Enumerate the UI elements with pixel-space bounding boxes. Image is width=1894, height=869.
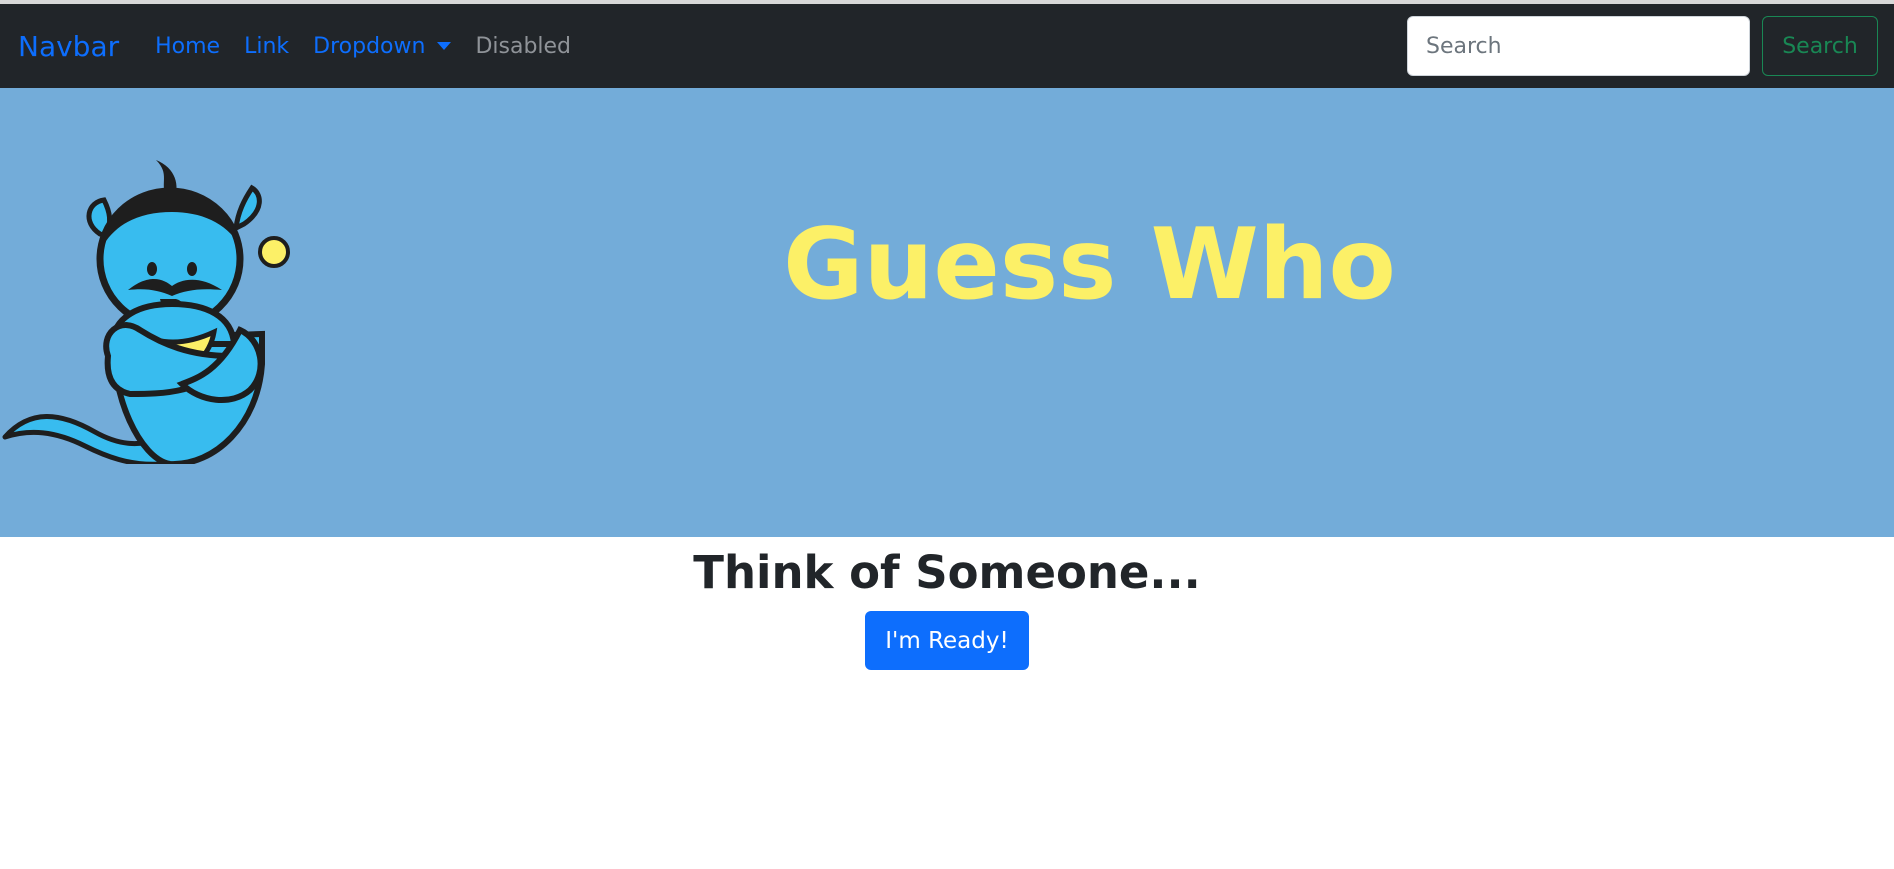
- main-content: Think of Someone... I'm Ready!: [0, 537, 1894, 671]
- search-input[interactable]: [1407, 16, 1750, 76]
- nav-link-disabled: Disabled: [475, 33, 572, 59]
- nav-link-home[interactable]: Home: [155, 34, 220, 59]
- nav-dropdown-label: Dropdown: [313, 33, 426, 59]
- nav-link-link[interactable]: Link: [244, 34, 289, 59]
- hero-banner: Guess Who: [0, 88, 1894, 537]
- hero-title: Guess Who: [783, 208, 1396, 322]
- search-button[interactable]: Search: [1762, 16, 1878, 76]
- navbar: Navbar Home Link Dropdown Disabled Searc…: [0, 4, 1894, 88]
- navbar-brand[interactable]: Navbar: [18, 30, 119, 63]
- page-heading: Think of Someone...: [693, 546, 1201, 599]
- ready-button[interactable]: I'm Ready!: [865, 611, 1029, 671]
- nav-dropdown-toggle[interactable]: Dropdown: [313, 33, 452, 59]
- caret-down-icon: [437, 42, 452, 50]
